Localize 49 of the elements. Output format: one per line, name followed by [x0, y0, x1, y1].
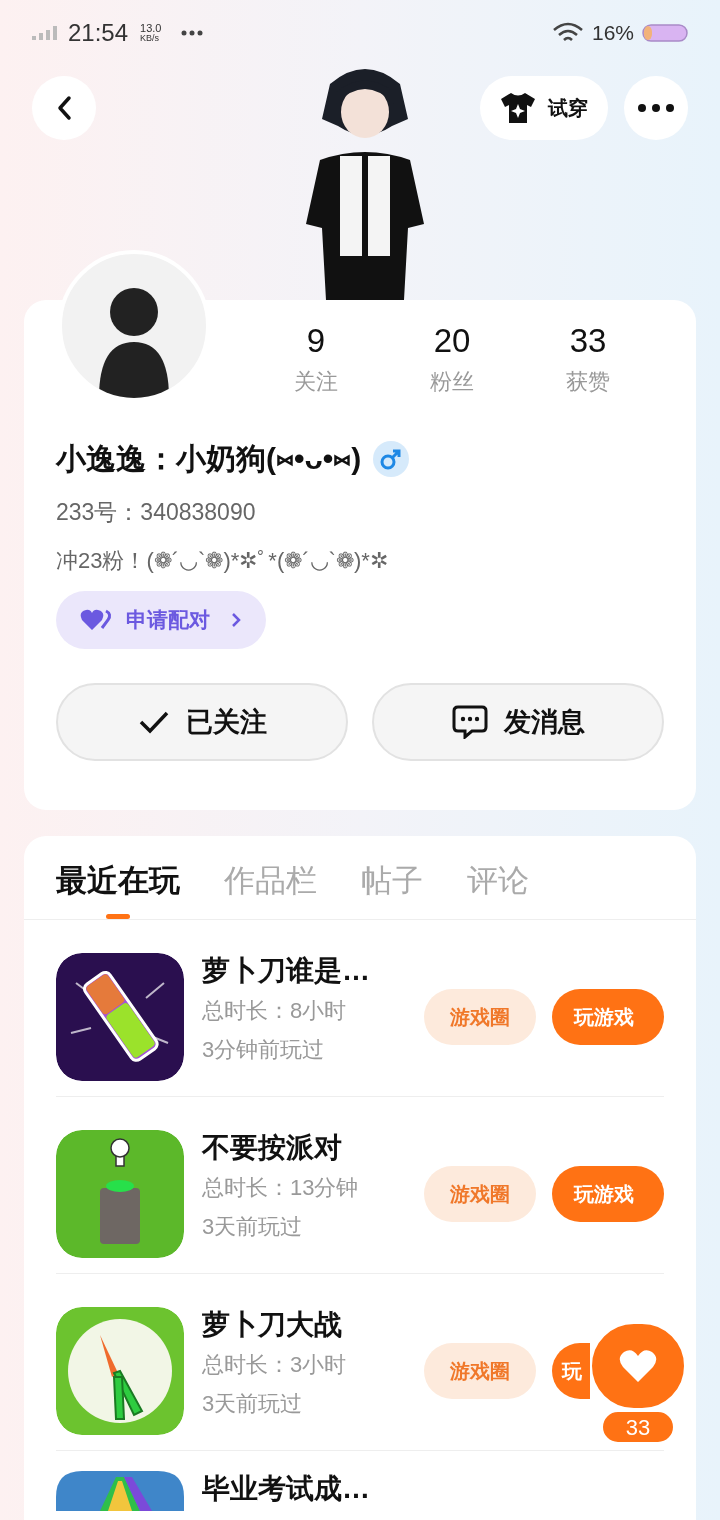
tab[interactable]: 最近在玩	[56, 858, 180, 919]
pair-request-button[interactable]: 申请配对	[56, 590, 266, 649]
message-button[interactable]: 发消息	[372, 682, 664, 761]
follow-button[interactable]: 已关注	[56, 682, 348, 761]
rainbow-game-icon	[56, 1470, 184, 1511]
tab-indicator	[106, 913, 130, 919]
back-icon	[56, 95, 72, 121]
male-sign-icon	[373, 440, 410, 477]
game-title: 萝卜刀大战	[202, 1307, 343, 1342]
like-count: 33	[601, 1410, 675, 1444]
signal-icon	[32, 26, 60, 40]
last-played: 3天前玩过	[202, 1212, 304, 1241]
last-played: 3天前玩过	[202, 1389, 304, 1418]
tab[interactable]: 帖子	[361, 858, 423, 919]
chat-bubble-icon	[451, 704, 488, 739]
clock-time: 21:54	[68, 18, 129, 48]
carrot-game-icon	[56, 1306, 184, 1435]
stat-label: 关注	[294, 368, 338, 397]
stat-count: 33	[569, 321, 607, 361]
network-speed-value: 13.0	[140, 23, 162, 34]
battery-icon	[642, 23, 688, 43]
game-title: 萝卜刀谁是…	[202, 953, 371, 988]
user-bio: 冲23粉！(❁´◡`❁)*✲ﾟ*(❁´◡`❁)*✲	[56, 546, 389, 575]
game-title: 毕业考试成…	[202, 1471, 371, 1506]
stat-count: 20	[433, 321, 471, 361]
user-id: 233号：340838090	[56, 498, 257, 528]
network-speed-unit: KB/s	[140, 34, 161, 43]
button-game-icon	[56, 1129, 184, 1258]
more-dots-icon	[181, 30, 204, 36]
try-on-button[interactable]: 试穿	[480, 76, 608, 140]
stat-label: 获赞	[566, 368, 610, 397]
knife-game-icon	[56, 952, 184, 1081]
battery-percent: 16%	[591, 20, 634, 47]
last-played: 3分钟前玩过	[202, 1035, 326, 1064]
stat-label: 粉丝	[430, 368, 474, 397]
tshirt-icon	[500, 92, 536, 124]
play-duration: 总时长：8小时	[202, 996, 348, 1025]
stat-count: 9	[306, 321, 326, 361]
heart-icon	[619, 1349, 657, 1383]
game-title: 不要按派对	[202, 1130, 343, 1165]
user-name: 小逸逸：小奶狗(⑅•ᴗ•⑅)	[56, 441, 362, 478]
play-duration: 总时长：13分钟	[202, 1173, 360, 1202]
play-duration: 总时长：3小时	[202, 1350, 348, 1379]
tab[interactable]: 作品栏	[224, 858, 317, 919]
check-icon	[137, 709, 170, 734]
chevron-right-icon	[230, 610, 242, 629]
more-icon	[638, 104, 674, 112]
tab[interactable]: 评论	[467, 858, 529, 919]
hearts-icon	[80, 607, 114, 632]
